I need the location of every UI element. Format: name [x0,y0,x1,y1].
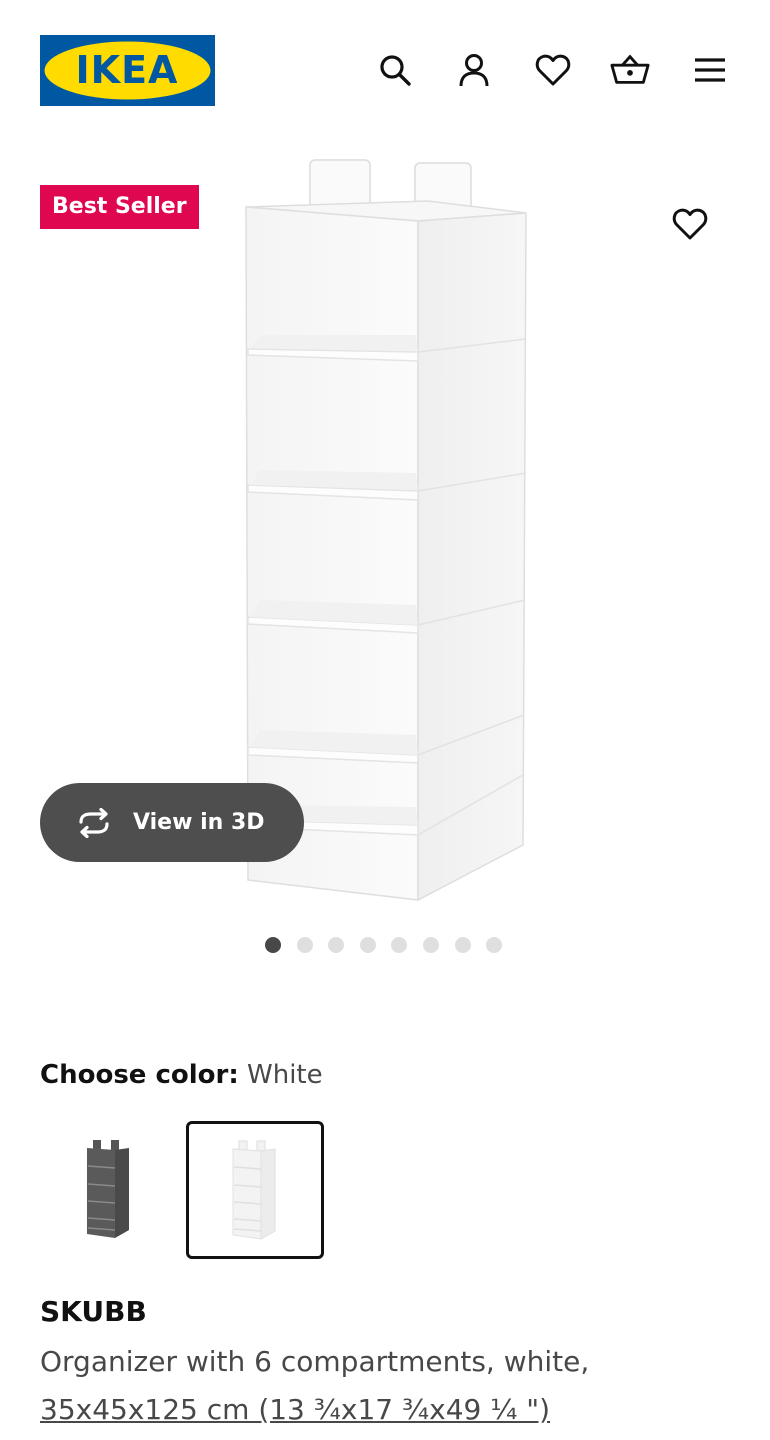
cart-icon[interactable] [610,50,650,90]
add-to-favorites-icon[interactable] [668,202,712,246]
color-chooser-label: Choose color: White [40,1060,323,1090]
product-dimensions-link[interactable]: 35x45x125 cm (13 ¾x17 ¾x49 ¼ ") [40,1393,550,1426]
color-swatch-white[interactable] [186,1121,324,1259]
carousel-dot[interactable] [454,937,471,953]
carousel-dot[interactable] [359,937,376,953]
color-swatch-dark-grey[interactable] [40,1120,178,1258]
carousel-dot[interactable] [486,937,503,953]
carousel-dot[interactable] [422,937,439,953]
carousel-dot[interactable] [328,937,345,953]
rotate-3d-icon [79,807,109,838]
carousel-dot[interactable] [296,937,313,953]
search-icon[interactable] [375,50,415,90]
carousel-dot[interactable] [265,937,281,953]
header: IKEA [0,0,770,140]
product-name: SKUBB [40,1295,147,1328]
carousel-dot[interactable] [391,937,408,953]
color-label: Choose color: [40,1060,239,1090]
logo-text: IKEA [76,48,179,92]
heart-icon[interactable] [533,50,573,90]
account-icon[interactable] [454,50,494,90]
product-gallery[interactable]: Best Seller View in 3D [0,140,770,970]
menu-icon[interactable] [690,50,730,90]
view-in-3d-label: View in 3D [133,810,265,835]
product-description: Organizer with 6 compartments, white, [40,1345,590,1378]
selected-color: White [247,1060,323,1090]
ikea-logo[interactable]: IKEA [40,35,215,106]
carousel-dots [265,937,503,953]
view-in-3d-button[interactable]: View in 3D [40,783,304,862]
best-seller-badge: Best Seller [40,185,199,229]
